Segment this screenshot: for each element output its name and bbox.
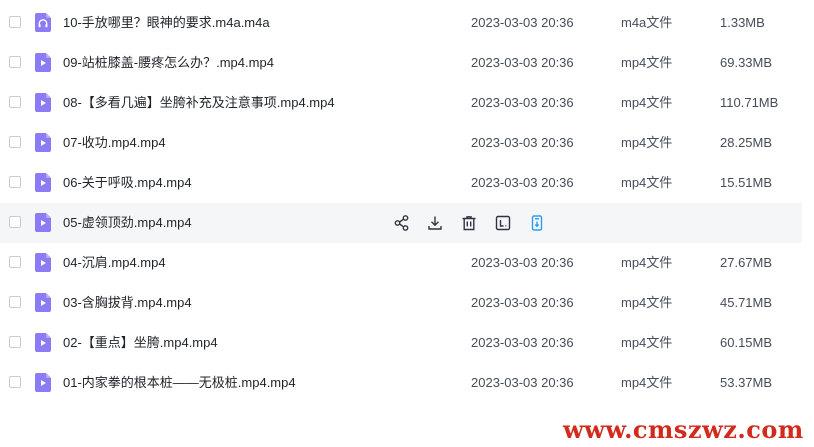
row-checkbox[interactable] [9,376,21,388]
file-type: m4a文件 [621,15,673,30]
file-name[interactable]: 05-虚领顶劲.mp4.mp4 [63,203,192,243]
video-file-icon [35,93,51,112]
file-row[interactable]: 04-沉肩.mp4.mp4 2023-03-03 20:36 mp4文件 27.67M… [0,243,802,283]
rename-icon[interactable] [494,214,512,232]
file-row[interactable]: 06-关于呼吸.mp4.mp4 2023-03-03 20:36 mp4文件 15.5… [0,163,802,203]
file-date: 2023-03-03 20:36 [471,295,574,310]
file-date: 2023-03-03 20:36 [471,335,574,350]
file-row[interactable]: 02-【重点】坐胯.mp4.mp4 2023-03-03 20:36 mp4文件 60… [0,323,802,363]
file-size: 110.71MB [720,95,779,110]
file-row[interactable]: 09-站桩膝盖-腰疼怎么办？.mp4.mp4 2023-03-03 20:36 mp… [0,43,802,83]
file-date: 2023-03-03 20:36 [471,55,574,70]
row-checkbox[interactable] [9,16,21,28]
file-type: mp4文件 [621,135,673,150]
headphones-icon [35,13,51,32]
file-name[interactable]: 02-【重点】坐胯.mp4.mp4 [63,323,218,363]
file-list: 10-手放哪里？眼神的要求.m4a.m4a 2023-03-03 20:36 m4a… [0,3,802,403]
file-type: mp4文件 [621,255,673,270]
file-size: 28.25MB [720,135,773,150]
file-type: mp4文件 [621,55,673,70]
file-type: mp4文件 [621,175,673,190]
video-file-icon [35,253,51,272]
video-file-icon [35,133,51,152]
save-to-phone-icon[interactable] [528,214,546,232]
file-name[interactable]: 06-关于呼吸.mp4.mp4 [63,163,192,203]
row-checkbox[interactable] [9,336,21,348]
file-name[interactable]: 03-含胸拔背.mp4.mp4 [63,283,192,323]
file-row[interactable]: 08-【多看几遍】坐胯补充及注意事项.mp4.mp4 2023-03-03 20:… [0,83,802,123]
file-date: 2023-03-03 20:36 [471,95,574,110]
row-checkbox[interactable] [9,296,21,308]
file-type: mp4文件 [621,295,673,310]
file-date: 2023-03-03 20:36 [471,135,574,150]
file-row[interactable]: 10-手放哪里？眼神的要求.m4a.m4a 2023-03-03 20:36 m4a… [0,3,802,43]
download-icon[interactable] [426,214,444,232]
file-date: 2023-03-03 20:36 [471,15,574,30]
video-file-icon [35,173,51,192]
video-file-icon [35,373,51,392]
share-icon[interactable] [393,214,411,232]
video-file-icon [35,293,51,312]
row-checkbox[interactable] [9,96,21,108]
file-row[interactable]: 01-内家拳的根本桩——无极桩.mp4.mp4 2023-03-03 20:36 m… [0,363,802,403]
file-date: 2023-03-03 20:36 [471,255,574,270]
watermark: www.cmszwz.com [563,415,804,444]
row-checkbox[interactable] [9,176,21,188]
row-checkbox[interactable] [9,136,21,148]
file-size: 15.51MB [720,175,773,190]
file-name[interactable]: 01-内家拳的根本桩——无极桩.mp4.mp4 [63,363,296,403]
file-size: 60.15MB [720,335,773,350]
row-checkbox[interactable] [9,56,21,68]
video-file-icon [35,333,51,352]
file-size: 45.71MB [720,295,773,310]
file-size: 69.33MB [720,55,773,70]
file-row[interactable]: 05-虚领顶劲.mp4.mp4 [0,203,802,243]
file-size: 1.33MB [720,15,765,30]
file-row[interactable]: 03-含胸拔背.mp4.mp4 2023-03-03 20:36 mp4文件 45.7… [0,283,802,323]
file-name[interactable]: 04-沉肩.mp4.mp4 [63,243,166,283]
file-name[interactable]: 08-【多看几遍】坐胯补充及注意事项.mp4.mp4 [63,83,335,123]
video-file-icon [35,213,51,232]
video-file-icon [35,53,51,72]
file-row[interactable]: 07-收功.mp4.mp4 2023-03-03 20:36 mp4文件 28.25M… [0,123,802,163]
file-size: 53.37MB [720,375,773,390]
row-checkbox[interactable] [9,256,21,268]
row-checkbox[interactable] [9,216,21,228]
file-date: 2023-03-03 20:36 [471,175,574,190]
file-type: mp4文件 [621,375,673,390]
delete-icon[interactable] [460,214,478,232]
file-name[interactable]: 07-收功.mp4.mp4 [63,123,166,163]
file-type: mp4文件 [621,335,673,350]
file-type: mp4文件 [621,95,673,110]
file-name[interactable]: 09-站桩膝盖-腰疼怎么办？.mp4.mp4 [63,43,274,83]
file-date: 2023-03-03 20:36 [471,375,574,390]
file-size: 27.67MB [720,255,773,270]
file-name[interactable]: 10-手放哪里？眼神的要求.m4a.m4a [63,3,270,43]
